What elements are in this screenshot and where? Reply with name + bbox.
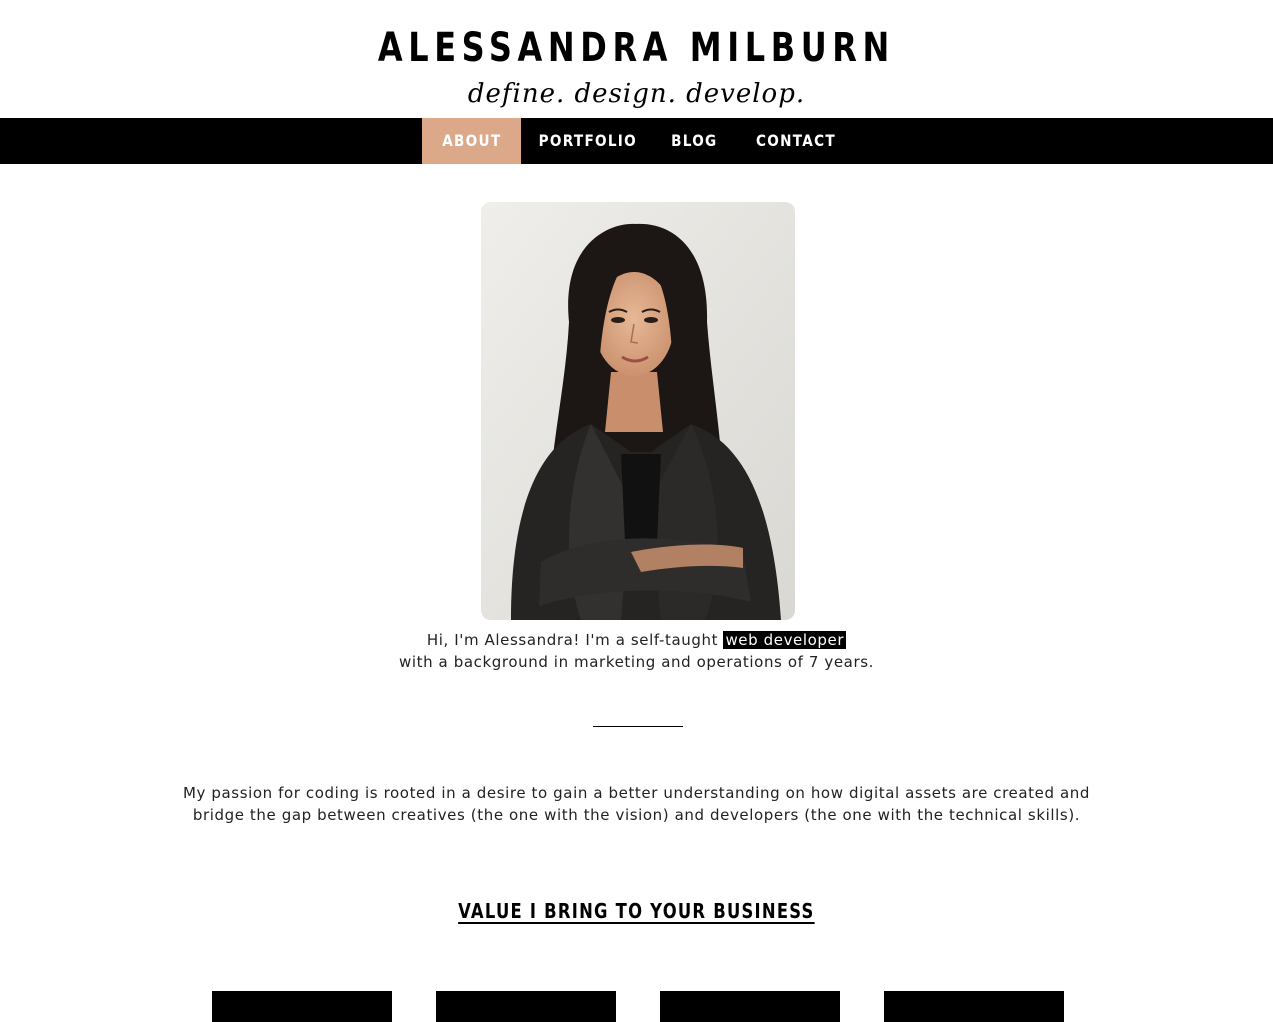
value-section-heading: VALUE I BRING TO YOUR BUSINESS: [0, 896, 1273, 926]
nav-item-contact-label: CONTACT: [756, 131, 836, 150]
intro-line-1: Hi, I'm Alessandra! I'm a self-taught we…: [0, 629, 1273, 651]
web-developer-highlight: web developer: [723, 631, 847, 649]
intro-line-2: with a background in marketing and opera…: [398, 653, 875, 671]
nav-item-about[interactable]: ABOUT: [422, 118, 521, 164]
main-navigation: ABOUT PORTFOLIO BLOG CONTACT: [0, 118, 1273, 164]
nav-item-about-label: ABOUT: [441, 131, 502, 150]
site-title[interactable]: ALESSANDRA MILBURN: [127, 22, 1145, 74]
nav-item-portfolio[interactable]: PORTFOLIO: [530, 118, 640, 164]
nav-item-contact[interactable]: CONTACT: [748, 118, 844, 164]
value-section-heading-text: VALUE I BRING TO YOUR BUSINESS: [458, 899, 815, 923]
intro-text: Hi, I'm Alessandra! I'm a self-taught we…: [0, 629, 1273, 673]
passion-paragraph: My passion for coding is rooted in a des…: [182, 784, 1091, 824]
section-divider: [593, 726, 683, 727]
profile-photo: [481, 202, 795, 620]
intro-text-start: Hi, I'm Alessandra! I'm a self-taught: [426, 631, 719, 649]
value-card: [436, 991, 616, 1022]
value-card: [660, 991, 840, 1022]
nav-item-portfolio-label: PORTFOLIO: [538, 131, 637, 150]
nav-item-blog[interactable]: BLOG: [660, 118, 728, 164]
site-tagline: define. design. develop.: [467, 79, 806, 109]
value-card: [884, 991, 1064, 1022]
value-card: [212, 991, 392, 1022]
nav-item-blog-label: BLOG: [670, 131, 718, 150]
